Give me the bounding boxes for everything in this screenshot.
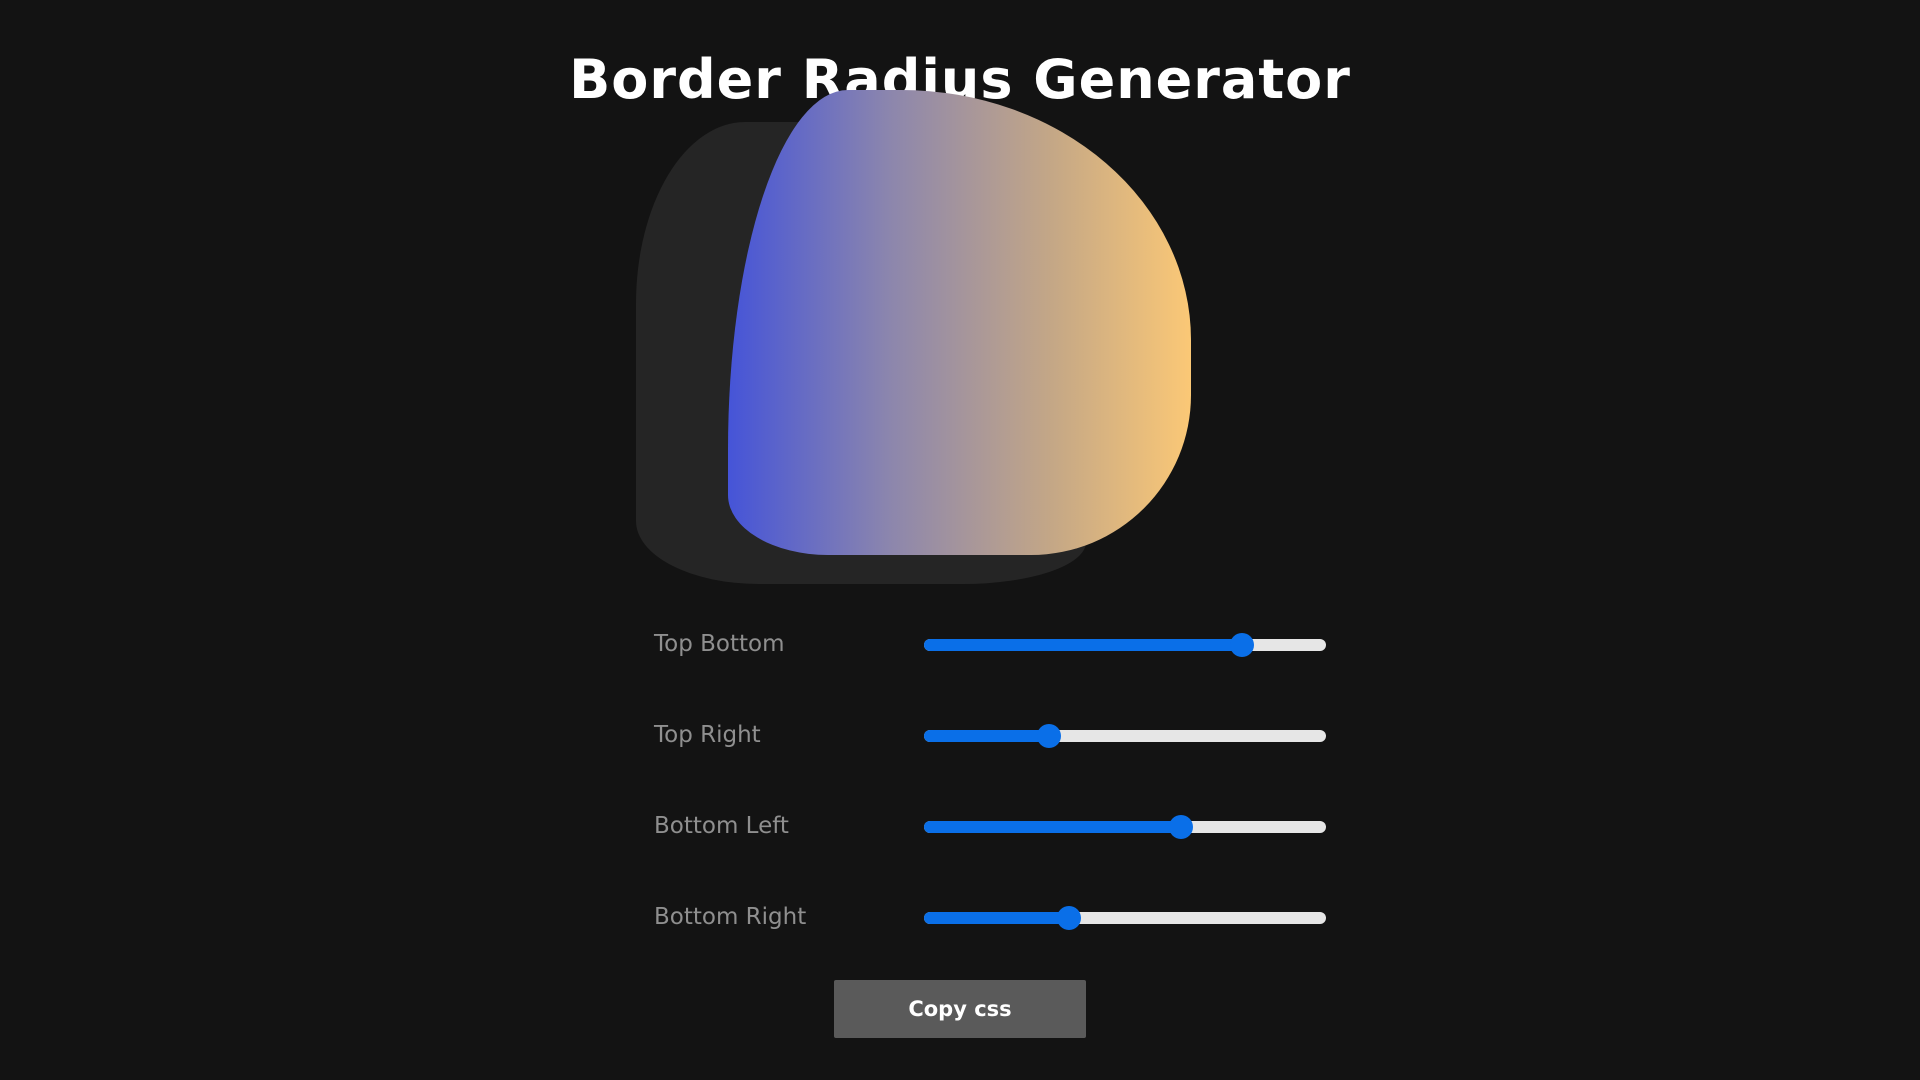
control-top-right: Top Right <box>654 701 1326 792</box>
slider-fill <box>924 821 1182 833</box>
control-bottom-right: Bottom Right <box>654 883 1326 974</box>
top-bottom-slider[interactable] <box>924 633 1326 657</box>
slider-thumb[interactable] <box>1229 633 1254 657</box>
slider-fill <box>924 639 1242 651</box>
control-label: Top Right <box>654 722 761 748</box>
slider-fill <box>924 730 1049 742</box>
bottom-right-slider[interactable] <box>924 906 1326 930</box>
bottom-left-slider[interactable] <box>924 815 1326 839</box>
control-top-bottom: Top Bottom <box>654 610 1326 701</box>
control-bottom-left: Bottom Left <box>654 792 1326 883</box>
control-label: Top Bottom <box>654 631 785 657</box>
top-right-slider[interactable] <box>924 724 1326 748</box>
slider-thumb[interactable] <box>1169 815 1194 839</box>
slider-fill <box>924 912 1069 924</box>
control-label: Bottom Right <box>654 904 807 930</box>
slider-thumb[interactable] <box>1056 906 1081 930</box>
control-label: Bottom Left <box>654 813 789 839</box>
slider-thumb[interactable] <box>1036 724 1061 748</box>
border-radius-preview <box>728 90 1191 555</box>
copy-css-button[interactable]: Copy css <box>834 980 1086 1038</box>
radius-controls: Top Bottom Top Right Bottom Left Bottom … <box>654 610 1326 974</box>
